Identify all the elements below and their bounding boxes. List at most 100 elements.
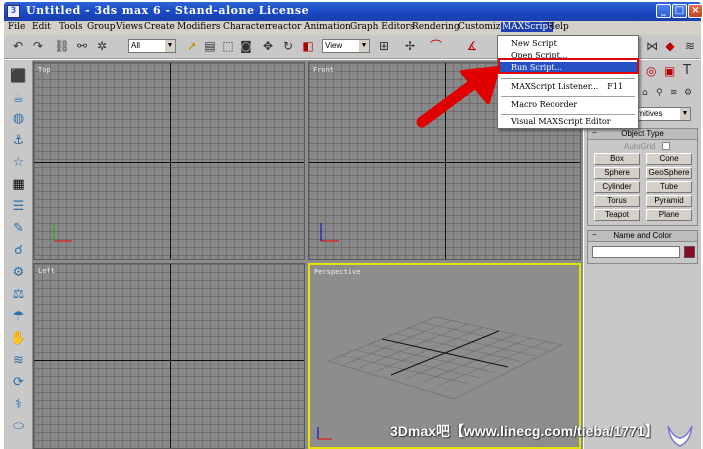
menu-create[interactable]: Create [144, 22, 175, 32]
rectangular-selection-icon[interactable]: ⬚ [220, 38, 236, 55]
menu-graph-editors[interactable]: Graph Editors [350, 22, 414, 32]
menu-edit[interactable]: Edit [32, 22, 51, 32]
autogrid-label: AutoGrid [624, 142, 656, 151]
axis-tripod-icon [320, 223, 339, 242]
sphere-button[interactable]: Sphere [594, 167, 640, 179]
close-button[interactable]: × [688, 4, 703, 18]
menu-rendering[interactable]: Rendering [412, 22, 460, 32]
menu-maxscript[interactable]: MAXScript [501, 22, 553, 32]
box-button[interactable]: Box [594, 153, 640, 165]
display-tab-icon[interactable]: ▣ [664, 64, 675, 78]
tube-button[interactable]: Tube [646, 181, 692, 193]
perspective-grid [317, 316, 563, 440]
motion-tab-icon[interactable]: ◎ [646, 64, 656, 78]
objects-icon[interactable]: ⬛ [10, 68, 27, 85]
dynamics-icon[interactable]: ⚙ [10, 264, 27, 281]
geosphere-button[interactable]: GeoSphere [646, 167, 692, 179]
reactor-icon[interactable]: ⚖ [10, 286, 27, 303]
teapot-button[interactable]: Teapot [594, 209, 640, 221]
window-crossing-icon[interactable]: ◙ [238, 38, 254, 55]
watermark-logo-icon [667, 425, 693, 447]
curve-editor-icon[interactable]: ≋ [682, 38, 698, 55]
menu-item-maxscript-listener[interactable]: MAXScript Listener... F11 [499, 81, 637, 93]
maximize-button[interactable]: □ [672, 4, 687, 18]
utilities-tab-icon[interactable]: T [683, 63, 691, 78]
unlink-icon[interactable]: ⚯ [74, 38, 90, 55]
menu-group[interactable]: Group [87, 22, 115, 32]
nurbs-icon[interactable]: ☌ [10, 242, 27, 259]
cameras-icon[interactable]: ⌂ [642, 88, 648, 98]
highlight-frame [498, 58, 639, 74]
redo-icon[interactable]: ↷ [30, 38, 46, 55]
pyramid-button[interactable]: Pyramid [646, 195, 692, 207]
menu-reactor[interactable]: reactor [268, 22, 301, 32]
selection-filter-dropdown[interactable]: All ▼ [128, 39, 176, 53]
grid-axis-vertical [170, 63, 171, 259]
move-icon[interactable]: ✥ [260, 38, 276, 55]
cone-button[interactable]: Cone [646, 153, 692, 165]
reference-coord-dropdown[interactable]: View ▼ [322, 39, 370, 53]
select-by-name-icon[interactable]: ▤ [202, 38, 218, 55]
left-tab-toolbar: ⬛ ☕ ◍ ⚓ ☆ ▦ ☰ ✎ ☌ ⚙ ⚖ ☂ ✋ ≋ ⟳ ⚕ ⬭ [4, 60, 32, 449]
window-title: Untitled - 3ds max 6 - Stand-alone Licen… [26, 4, 310, 17]
helpers-icon[interactable]: ⚲ [656, 88, 663, 98]
select-manipulate-icon[interactable]: ✢ [402, 38, 418, 55]
helpers-icon[interactable]: ☆ [10, 154, 27, 171]
menu-character[interactable]: Character [223, 22, 269, 32]
systems-icon[interactable]: ✋ [10, 330, 27, 347]
bone-icon[interactable]: ⚕ [10, 396, 27, 413]
material-editor-icon[interactable]: ◆ [662, 38, 678, 55]
particles-icon[interactable]: ✎ [10, 220, 27, 237]
systems-icon[interactable]: ⚙ [684, 88, 692, 98]
layers-icon[interactable]: ▦ [10, 176, 27, 193]
sphere-icon[interactable]: ◍ [10, 110, 27, 127]
bend-icon[interactable]: ⟳ [10, 374, 27, 391]
title-bar: 3 Untitled - 3ds max 6 - Stand-alone Lic… [4, 2, 703, 21]
menu-tools[interactable]: Tools [59, 22, 83, 32]
select-object-icon[interactable]: ➚ [184, 38, 200, 55]
maxscript-dropdown-menu: New Script Open Script... Run Script... … [497, 35, 639, 129]
object-name-input[interactable] [592, 246, 680, 258]
minimize-button[interactable]: _ [656, 4, 671, 18]
viewport-label: Top [38, 66, 51, 74]
name-and-color-rollout: − Name and Color [587, 230, 698, 264]
lights-icon[interactable]: ⚓ [10, 132, 27, 149]
bind-space-warp-icon[interactable]: ✲ [94, 38, 110, 55]
compound-icon[interactable]: ☰ [10, 198, 27, 215]
menu-item-macro-recorder[interactable]: Macro Recorder [499, 99, 637, 111]
plane-button[interactable]: Plane [646, 209, 692, 221]
mirror-icon[interactable]: ⋈ [644, 38, 660, 55]
menu-item-visual-maxscript-editor[interactable]: Visual MAXScript Editor [499, 116, 637, 128]
rotate-icon[interactable]: ↻ [280, 38, 296, 55]
watermark-text: 3Dmax吧【www.linecg.com/tieba/1771】 [390, 423, 659, 439]
torus-button[interactable]: Torus [594, 195, 640, 207]
undo-icon[interactable]: ↶ [10, 38, 26, 55]
snap-toggle-icon[interactable]: ⌒ [428, 38, 444, 55]
menu-item-new-script[interactable]: New Script [499, 38, 637, 50]
menu-file[interactable]: File [8, 22, 25, 32]
angle-snap-icon[interactable]: ∡ [464, 38, 480, 55]
menu-customize[interactable]: Customize [458, 22, 506, 32]
shapes-icon[interactable]: ☕ [10, 90, 27, 107]
cylinder-icon[interactable]: ⬭ [10, 418, 27, 435]
menu-separator [501, 114, 635, 115]
menu-views[interactable]: Views [116, 22, 143, 32]
menu-help[interactable]: Help [547, 22, 569, 32]
wave-icon[interactable]: ≋ [10, 352, 27, 369]
rollout-header[interactable]: − Name and Color [588, 230, 697, 242]
menu-separator [501, 78, 635, 79]
spacewarp-icon[interactable]: ☂ [10, 308, 27, 325]
pivot-center-icon[interactable]: ⊞ [376, 38, 392, 55]
cylinder-button[interactable]: Cylinder [594, 181, 640, 193]
rollout-title: Name and Color [613, 231, 672, 240]
spacewarps-icon[interactable]: ≋ [670, 88, 678, 98]
rollout-header[interactable]: − Object Type [588, 128, 697, 140]
scale-icon[interactable]: ◧ [300, 38, 316, 55]
object-color-swatch[interactable] [684, 246, 695, 258]
menu-modifiers[interactable]: Modifiers [177, 22, 221, 32]
autogrid-checkbox[interactable] [662, 142, 670, 150]
menu-animation[interactable]: Animation [304, 22, 351, 32]
viewport-top[interactable]: Top [33, 62, 305, 260]
viewport-left[interactable]: Left [33, 263, 305, 449]
select-and-link-icon[interactable]: ⛓ [54, 38, 70, 55]
